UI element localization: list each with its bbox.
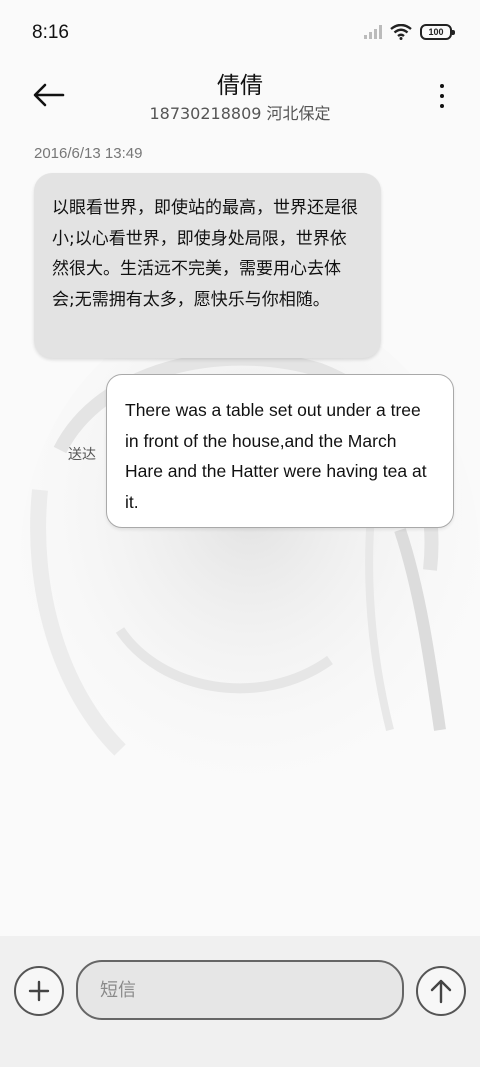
contact-number-location: 18730218809 河北保定 bbox=[149, 104, 331, 123]
message-composer bbox=[0, 936, 480, 1067]
plus-icon bbox=[28, 980, 50, 1002]
status-icons: 100 bbox=[364, 24, 455, 40]
conversation-header: 倩倩 18730218809 河北保定 bbox=[0, 60, 480, 130]
contact-name[interactable]: 倩倩 bbox=[0, 66, 480, 100]
battery-icon: 100 bbox=[420, 24, 455, 40]
outgoing-message-bubble[interactable]: There was a table set out under a tree i… bbox=[106, 374, 454, 528]
more-options-button[interactable] bbox=[432, 76, 452, 116]
battery-level: 100 bbox=[428, 27, 444, 37]
add-attachment-button[interactable] bbox=[14, 966, 64, 1016]
wifi-icon bbox=[390, 24, 412, 40]
status-time: 8:16 bbox=[32, 22, 69, 43]
incoming-message-bubble[interactable]: 以眼看世界，即使站的最高，世界还是很小;以心看世界，即使身处局限，世界依然很大。… bbox=[34, 173, 381, 358]
signal-icon bbox=[364, 25, 382, 39]
message-timestamp: 2016/6/13 13:49 bbox=[34, 145, 143, 162]
more-vertical-icon bbox=[440, 84, 444, 88]
arrow-up-icon bbox=[430, 979, 452, 1004]
status-bar: 8:16 100 bbox=[0, 0, 480, 68]
send-button[interactable] bbox=[416, 966, 466, 1016]
delivery-status: 送达 bbox=[68, 447, 96, 463]
message-input[interactable] bbox=[76, 960, 404, 1020]
